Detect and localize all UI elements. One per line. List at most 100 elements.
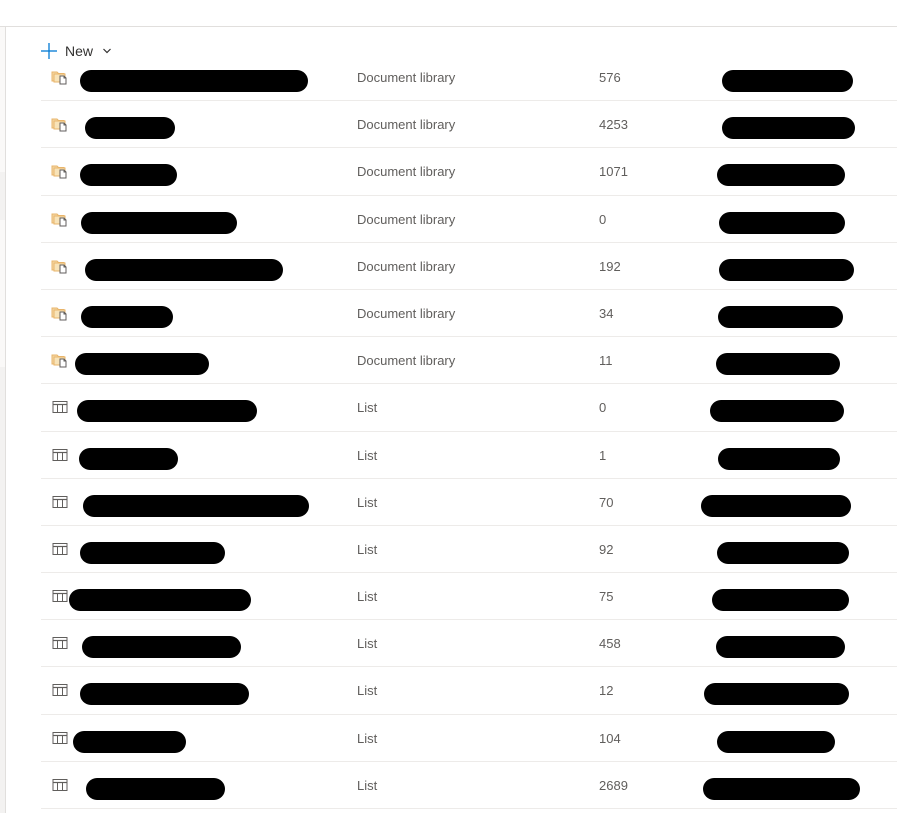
- table-row[interactable]: List 70: [41, 479, 897, 526]
- site-contents-list: Document library 576 Document library 42…: [41, 54, 897, 813]
- new-button[interactable]: New: [40, 42, 112, 60]
- item-name-redacted[interactable]: [80, 683, 249, 706]
- item-count: 0: [599, 400, 607, 416]
- item-name-redacted[interactable]: [73, 730, 186, 753]
- list-icon: [51, 588, 69, 604]
- item-type: List: [357, 777, 378, 793]
- item-type: Document library: [357, 258, 456, 274]
- table-row[interactable]: List 75: [41, 573, 897, 621]
- list-icon: [51, 541, 69, 557]
- list-icon: [51, 447, 69, 463]
- document-library-icon: [51, 211, 69, 227]
- item-type: Document library: [357, 211, 456, 227]
- item-count: 11: [599, 353, 613, 369]
- chevron-down-icon: [102, 46, 112, 56]
- table-row[interactable]: List 12: [41, 667, 897, 715]
- item-count: 4253: [599, 117, 628, 133]
- table-row[interactable]: Document library 192: [41, 243, 897, 290]
- left-nav-rail: [0, 27, 6, 813]
- item-type: List: [357, 494, 378, 510]
- table-row[interactable]: Document library 0: [41, 196, 897, 243]
- item-count: 0: [599, 211, 607, 227]
- table-row[interactable]: List 92: [41, 526, 897, 574]
- item-name-redacted[interactable]: [81, 305, 173, 328]
- item-count: 104: [599, 730, 621, 746]
- item-count: 12: [599, 683, 614, 699]
- item-count: 576: [599, 70, 621, 85]
- table-row[interactable]: Document library 576: [41, 54, 897, 102]
- item-count: 92: [599, 541, 614, 557]
- item-modified-redacted: [710, 400, 844, 423]
- list-icon: [51, 730, 69, 746]
- new-button-label: New: [65, 43, 94, 59]
- table-row[interactable]: Document library 34: [41, 290, 897, 338]
- item-type: Document library: [357, 70, 456, 85]
- item-modified-redacted: [722, 70, 853, 92]
- item-type: List: [357, 400, 378, 416]
- item-modified-redacted: [718, 305, 843, 328]
- item-type: Document library: [357, 305, 456, 321]
- item-count: 34: [599, 305, 614, 321]
- list-icon: [51, 682, 69, 698]
- document-library-icon: [51, 352, 69, 368]
- document-library-icon: [51, 258, 69, 274]
- item-modified-redacted: [718, 447, 840, 470]
- item-name-redacted[interactable]: [82, 636, 241, 659]
- table-row[interactable]: List 1: [41, 432, 897, 479]
- item-modified-redacted: [717, 730, 835, 753]
- table-row[interactable]: Document library 1071: [41, 148, 897, 196]
- item-modified-redacted: [703, 777, 860, 800]
- item-name-redacted[interactable]: [79, 447, 178, 470]
- item-name-redacted[interactable]: [83, 494, 309, 517]
- table-row[interactable]: Document library 11: [41, 337, 897, 385]
- item-name-redacted[interactable]: [81, 211, 237, 234]
- item-name-redacted[interactable]: [77, 400, 257, 423]
- list-icon: [51, 635, 69, 651]
- item-name-redacted[interactable]: [85, 258, 283, 281]
- item-count: 192: [599, 258, 621, 274]
- command-bar: New: [40, 38, 112, 64]
- table-row[interactable]: List 0: [41, 384, 897, 432]
- item-name-redacted[interactable]: [75, 353, 209, 376]
- document-library-icon: [51, 116, 69, 132]
- item-type: List: [357, 541, 378, 557]
- item-modified-redacted: [717, 164, 845, 187]
- item-type: Document library: [357, 164, 456, 180]
- item-type: List: [357, 636, 378, 652]
- list-rows: Document library 576 Document library 42…: [41, 54, 897, 809]
- table-row[interactable]: List 2689: [41, 762, 897, 809]
- item-modified-redacted: [722, 117, 855, 140]
- document-library-icon: [51, 163, 69, 179]
- item-count: 75: [599, 589, 614, 605]
- item-count: 1071: [599, 164, 628, 180]
- table-row[interactable]: List 104: [41, 715, 897, 762]
- item-type: List: [357, 589, 378, 605]
- item-modified-redacted: [719, 258, 854, 281]
- item-count: 2689: [599, 777, 628, 793]
- document-library-icon: [51, 305, 69, 321]
- item-modified-redacted: [704, 683, 849, 706]
- item-modified-redacted: [712, 589, 849, 612]
- table-row[interactable]: List 458: [41, 620, 897, 668]
- item-type: Document library: [357, 117, 456, 133]
- list-icon: [51, 777, 69, 793]
- top-bar: [0, 0, 897, 27]
- item-name-redacted[interactable]: [80, 541, 225, 564]
- item-count: 1: [599, 447, 607, 463]
- table-row[interactable]: Document library 4253: [41, 101, 897, 149]
- item-modified-redacted: [716, 636, 845, 659]
- item-count: 458: [599, 636, 621, 652]
- list-icon: [51, 399, 69, 415]
- item-type: List: [357, 730, 378, 746]
- item-name-redacted[interactable]: [69, 589, 251, 612]
- item-name-redacted[interactable]: [80, 164, 177, 187]
- item-name-redacted[interactable]: [86, 777, 225, 800]
- list-icon: [51, 494, 69, 510]
- item-type: Document library: [357, 353, 456, 369]
- item-modified-redacted: [716, 353, 840, 376]
- add-icon: [40, 42, 58, 60]
- item-type: List: [357, 683, 378, 699]
- item-name-redacted[interactable]: [80, 70, 308, 92]
- document-library-icon: [51, 69, 69, 85]
- item-name-redacted[interactable]: [85, 117, 175, 140]
